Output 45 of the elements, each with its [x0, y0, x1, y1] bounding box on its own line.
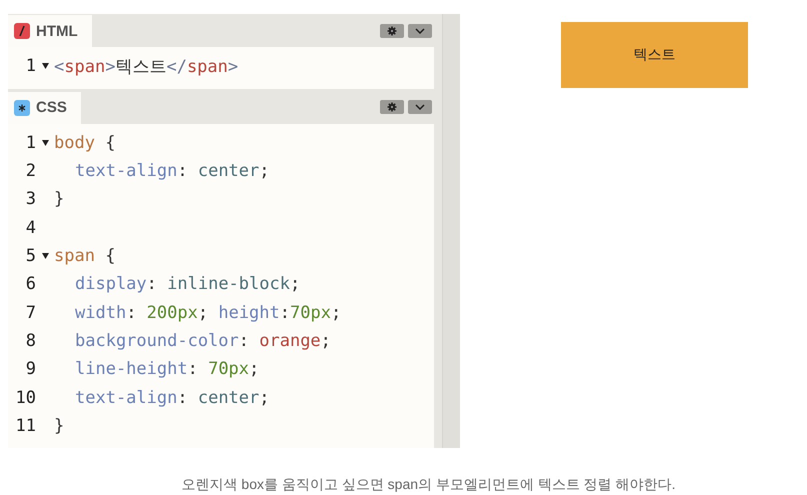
settings-button[interactable]	[380, 100, 404, 114]
code-line: display: inline-block;	[74, 274, 300, 294]
line-number: 2	[24, 161, 36, 182]
code-line: }	[54, 189, 64, 210]
chevron-down-icon	[415, 28, 426, 34]
line-number: 1	[24, 56, 36, 76]
code-line: text-align: center;	[74, 161, 270, 182]
line-number: 6	[24, 274, 36, 294]
fold-triangle-icon[interactable]	[42, 63, 48, 70]
code-editor[interactable]: 1 <span>텍스트</span>	[8, 47, 434, 89]
slash-badge-icon	[14, 23, 30, 40]
dropdown-button[interactable]	[408, 24, 432, 38]
fold-triangle-icon[interactable]	[42, 253, 48, 260]
editor-tab[interactable]: HTML	[8, 15, 92, 48]
code-line: span {	[54, 246, 116, 266]
gear-icon	[387, 102, 398, 112]
asterisk-badge-icon	[14, 100, 30, 116]
line-number: 11	[14, 416, 36, 436]
line-number: 7	[24, 302, 36, 323]
code-line: <span>텍스트</span>	[54, 56, 238, 78]
line-number: 4	[24, 218, 36, 238]
tab-label: CSS	[36, 99, 67, 116]
line-number: 1	[24, 132, 36, 153]
code-line: }	[54, 416, 64, 436]
editor-tab[interactable]: CSS	[8, 92, 81, 124]
dropdown-button[interactable]	[408, 100, 432, 114]
gear-icon	[387, 26, 398, 36]
line-number: 5	[24, 246, 36, 266]
fold-triangle-icon[interactable]	[42, 140, 48, 146]
code-line: width: 200px; height:70px;	[74, 302, 342, 323]
scrollbar-track[interactable]	[442, 14, 460, 448]
caption: 오렌지색 box를 움직이고 싶으면 span의 부모엘리먼트에 텍스트 정렬 해야한다.	[180, 475, 676, 494]
line-number: 8	[24, 330, 36, 351]
code-line: background-color: orange;	[74, 330, 331, 351]
code-line: text-align: center;	[74, 388, 270, 408]
line-number: 10	[14, 388, 36, 408]
code-editor[interactable]: 1 body { 2 text-align: center; 3 } 4 5 span { 6 display: inline-block; 7 width: 200px; height:70px; 8 background-color: orange; 9 line-height: 70px; 10 text-align: center; 11 }	[8, 124, 434, 448]
line-number: 3	[24, 189, 36, 210]
code-line: body {	[54, 132, 116, 153]
code-line: line-height: 70px;	[74, 359, 260, 380]
tab-label: HTML	[36, 22, 78, 40]
settings-button[interactable]	[380, 24, 404, 38]
span-preview-box: 텍스트	[561, 22, 748, 88]
chevron-down-icon	[415, 104, 426, 110]
line-number: 9	[24, 359, 36, 380]
